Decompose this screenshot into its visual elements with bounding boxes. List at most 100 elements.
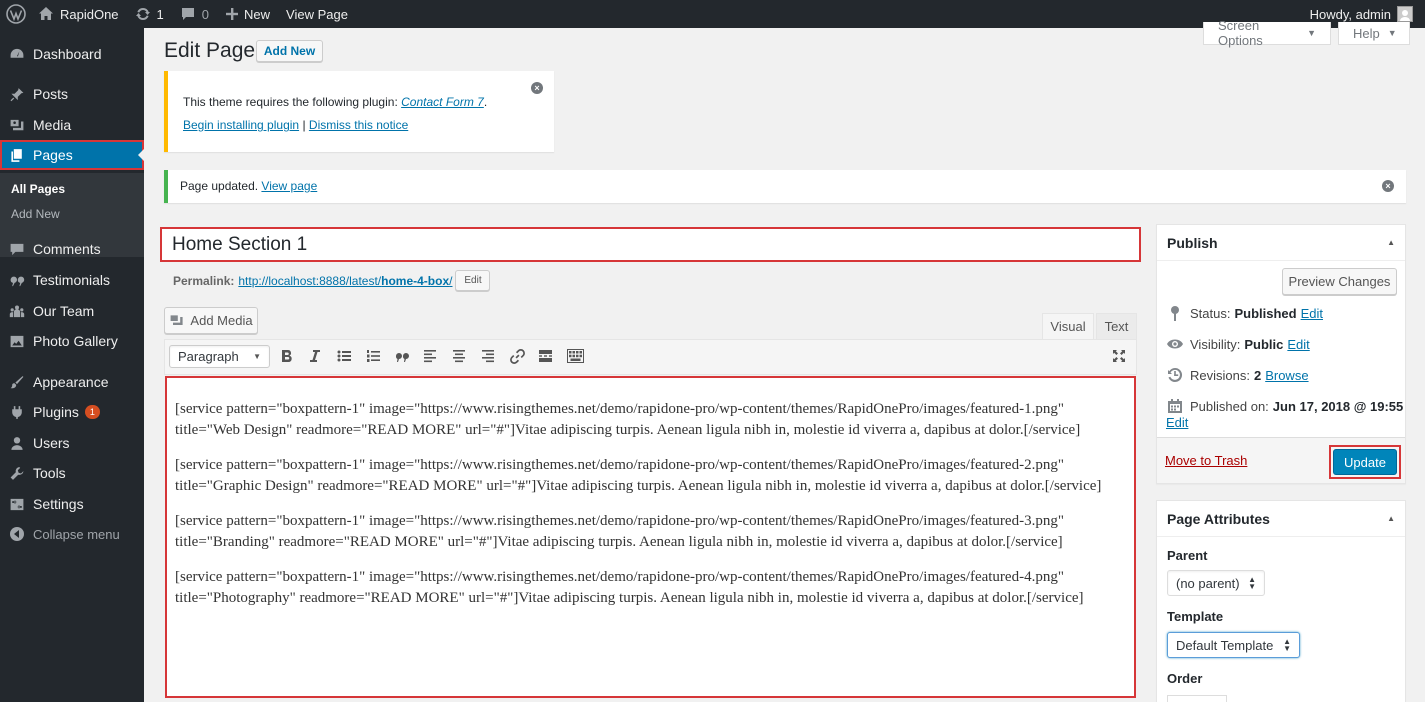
template-select-value: Default Template: [1176, 637, 1274, 653]
submenu-item-add-new[interactable]: Add New: [11, 207, 60, 221]
media-icon: [9, 117, 25, 133]
tab-text[interactable]: Text: [1096, 313, 1137, 339]
update-button-highlight: Update: [1329, 445, 1401, 479]
sidebar-item-tools[interactable]: Tools: [0, 458, 144, 488]
revisions-label: Revisions:: [1190, 367, 1250, 383]
numbered-list-icon[interactable]: [365, 348, 381, 364]
sidebar-item-posts[interactable]: Posts: [0, 79, 144, 109]
pin-icon: [1166, 304, 1184, 322]
select-arrows-icon: ▲ ▼: [1283, 637, 1291, 653]
view-page-link[interactable]: View Page: [278, 0, 356, 28]
screen-options-button[interactable]: Screen Options ▼: [1203, 18, 1331, 48]
align-center-icon[interactable]: [451, 348, 467, 364]
align-right-icon[interactable]: [480, 348, 496, 364]
visibility-row: Visibility: Public Edit: [1166, 335, 1310, 353]
image-icon: [9, 333, 25, 349]
sidebar-item-settings[interactable]: Settings: [0, 489, 144, 519]
tab-visual[interactable]: Visual: [1042, 313, 1094, 339]
published-on-row: Published on: Jun 17, 2018 @ 19:55: [1166, 397, 1403, 415]
link-icon[interactable]: [509, 348, 525, 364]
template-select[interactable]: Default Template ▲ ▼: [1167, 632, 1300, 658]
update-button[interactable]: Update: [1333, 449, 1397, 475]
order-input[interactable]: 0: [1167, 695, 1227, 702]
begin-installing-plugin-link[interactable]: Begin installing plugin: [183, 118, 299, 132]
dismiss-icon[interactable]: ×: [531, 82, 543, 94]
italic-icon[interactable]: [307, 348, 323, 364]
edit-status-link[interactable]: Edit: [1301, 306, 1323, 321]
toolbar-toggle-icon[interactable]: [566, 348, 584, 364]
sidebar-item-comments[interactable]: Comments: [0, 234, 144, 264]
collapse-arrow-icon[interactable]: ▲: [1387, 514, 1395, 523]
sidebar-item-users[interactable]: Users: [0, 428, 144, 458]
post-title-input[interactable]: Home Section 1: [160, 227, 1141, 262]
fullscreen-icon[interactable]: [1111, 348, 1127, 364]
backup-icon: [1166, 366, 1184, 384]
sidebar-item-label: Appearance: [33, 374, 109, 390]
sidebar-item-photo-gallery[interactable]: Photo Gallery: [0, 326, 144, 356]
site-name: RapidOne: [60, 6, 119, 22]
post-title-text: Home Section 1: [172, 234, 308, 255]
collapse-icon: [9, 526, 25, 542]
sidebar-item-label: Testimonials: [33, 272, 111, 288]
published-label: Published on:: [1190, 398, 1269, 414]
link-separator: |: [302, 118, 306, 132]
edit-slug-button[interactable]: Edit: [455, 270, 491, 291]
submenu-item-all-pages[interactable]: All Pages: [11, 182, 65, 196]
edit-visibility-link[interactable]: Edit: [1287, 337, 1309, 352]
sidebar-item-plugins[interactable]: Plugins 1: [0, 397, 144, 427]
caret-down-icon: ▼: [1387, 28, 1397, 38]
dismiss-icon[interactable]: ×: [1382, 180, 1394, 192]
pages-icon: [9, 147, 25, 163]
collapse-menu-button[interactable]: Collapse menu: [0, 519, 144, 549]
sidebar-item-testimonials[interactable]: Testimonials: [0, 265, 144, 295]
sidebar-item-appearance[interactable]: Appearance: [0, 367, 144, 397]
permalink-url[interactable]: http://localhost:8888/latest/home-4-box/: [238, 274, 452, 288]
updates-link[interactable]: 1: [127, 0, 172, 28]
groups-icon: [9, 303, 25, 319]
publish-box-header[interactable]: Publish ▲: [1157, 225, 1405, 261]
comments-link[interactable]: 0: [172, 0, 217, 28]
sidebar-item-label: Posts: [33, 86, 69, 102]
sidebar-item-label: Our Team: [33, 303, 95, 319]
admin-sidebar: Dashboard Posts Media Pages All Pages Ad…: [0, 28, 144, 702]
page-attributes-header[interactable]: Page Attributes ▲: [1157, 501, 1405, 537]
sidebar-item-dashboard[interactable]: Dashboard: [0, 39, 144, 69]
parent-select[interactable]: (no parent) ▲ ▼: [1167, 570, 1265, 596]
bold-icon[interactable]: [279, 348, 295, 364]
home-icon: [38, 6, 54, 22]
help-button[interactable]: Help ▼: [1338, 22, 1410, 45]
dismiss-notice-link[interactable]: Dismiss this notice: [309, 118, 408, 132]
preview-changes-button[interactable]: Preview Changes: [1282, 268, 1397, 295]
sidebar-item-media[interactable]: Media: [0, 110, 144, 140]
editor-paragraph: [service pattern="boxpattern-1" image="h…: [175, 569, 1084, 606]
sidebar-item-our-team[interactable]: Our Team: [0, 296, 144, 326]
format-select[interactable]: Paragraph ▼: [169, 345, 270, 368]
avatar: [1397, 6, 1413, 22]
site-name-link[interactable]: RapidOne: [34, 0, 127, 28]
permalink-slug: home-4-box: [381, 273, 450, 288]
browse-revisions-link[interactable]: Browse: [1265, 368, 1308, 383]
read-more-icon[interactable]: [537, 348, 553, 364]
add-new-button[interactable]: Add New: [256, 40, 323, 62]
move-to-trash-link[interactable]: Move to Trash: [1165, 453, 1247, 468]
sidebar-item-label: Comments: [33, 241, 101, 257]
calendar-icon: [1166, 397, 1184, 415]
sidebar-item-label: Plugins: [33, 404, 79, 420]
permalink-end: /: [449, 273, 453, 288]
editor-content[interactable]: [service pattern="boxpattern-1" image="h…: [165, 376, 1136, 698]
sidebar-item-pages[interactable]: Pages: [0, 140, 144, 170]
bullet-list-icon[interactable]: [336, 348, 352, 364]
plugin-icon: [9, 404, 25, 420]
blockquote-icon[interactable]: [394, 348, 410, 364]
revisions-row: Revisions: 2 Browse: [1166, 366, 1309, 384]
wordpress-logo-icon[interactable]: [0, 0, 34, 28]
editor-paragraph: [service pattern="boxpattern-1" image="h…: [175, 401, 1081, 438]
contact-form-7-link[interactable]: Contact Form 7: [401, 95, 484, 109]
add-media-button[interactable]: Add Media: [164, 307, 258, 334]
new-content-link[interactable]: New: [217, 0, 278, 28]
collapse-arrow-icon[interactable]: ▲: [1387, 238, 1395, 247]
edit-date-link[interactable]: Edit: [1166, 415, 1188, 430]
new-label: New: [244, 6, 271, 22]
view-page-link[interactable]: View page: [261, 179, 317, 193]
align-left-icon[interactable]: [422, 348, 438, 364]
